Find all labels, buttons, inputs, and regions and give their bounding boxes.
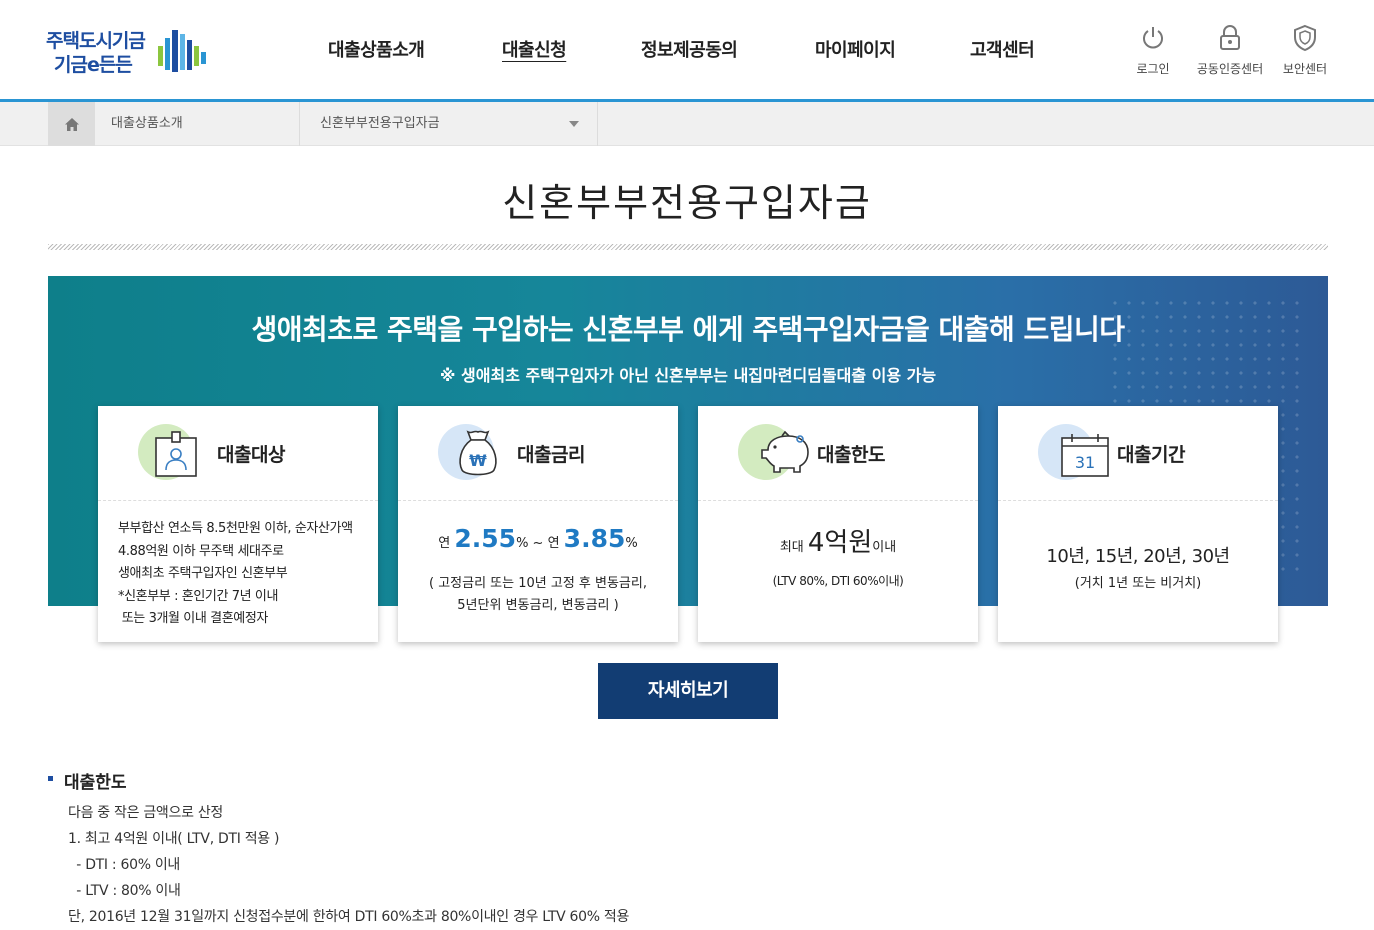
card-title: 대출대상 bbox=[217, 444, 285, 466]
rate-high: 3.85 bbox=[563, 524, 626, 553]
card-title: 대출한도 bbox=[817, 444, 885, 466]
card-body: 연 2.55% ~ 연 3.85% ( 고정금리 또는 10년 고정 후 변동금… bbox=[398, 502, 678, 642]
breadcrumb-loan-products[interactable]: 대출상품소개 bbox=[95, 102, 300, 146]
limit-prefix: 최대 bbox=[779, 540, 808, 555]
chevron-down-icon bbox=[569, 121, 579, 127]
card-loan-period: 31 대출기간 10년, 15년, 20년, 30년 (거치 1년 또는 비거치… bbox=[998, 406, 1278, 642]
card-header: ₩ 대출금리 bbox=[398, 406, 678, 501]
limit-note: (LTV 80%, DTI 60%이내) bbox=[772, 574, 904, 588]
calendar-icon: 31 bbox=[1061, 434, 1109, 477]
loan-target-line: 또는 3개월 이내 결혼예정자 bbox=[118, 611, 269, 626]
shield-icon bbox=[1294, 24, 1316, 52]
piggy-bank-icon bbox=[761, 430, 809, 473]
calendar-day: 31 bbox=[1075, 453, 1095, 472]
card-title: 대출금리 bbox=[517, 444, 585, 466]
login-label: 로그인 bbox=[1136, 62, 1170, 76]
breadcrumb: 대출상품소개 신혼부부전용구입자금 bbox=[0, 102, 1374, 146]
card-header: 31 대출기간 bbox=[998, 406, 1278, 501]
card-header: 대출한도 bbox=[698, 406, 978, 501]
detail-line: - LTV : 80% 이내 bbox=[68, 883, 181, 899]
site-header: 주택도시기금 기금e든든 대출상품소개 대출신청 정보제공동의 마이페이지 고객… bbox=[0, 0, 1374, 100]
card-loan-rate: ₩ 대출금리 연 2.55% ~ 연 3.85% ( 고정금리 또는 10년 고… bbox=[398, 406, 678, 642]
period-value: 10년, 15년, 20년, 30년 bbox=[1046, 546, 1230, 567]
nav-info-consent[interactable]: 정보제공동의 bbox=[641, 36, 738, 62]
id-card-person-icon bbox=[155, 431, 197, 477]
security-center-label: 보안센터 bbox=[1282, 62, 1328, 76]
rate-range: 연 2.55% ~ 연 3.85% bbox=[398, 524, 678, 553]
certificate-center-label: 공동인증센터 bbox=[1196, 62, 1264, 76]
nav-mypage[interactable]: 마이페이지 bbox=[815, 36, 896, 62]
lock-icon bbox=[1220, 25, 1240, 50]
logo-building-icon bbox=[158, 30, 206, 72]
detail-line: - DTI : 60% 이내 bbox=[68, 857, 181, 873]
limit-suffix: 이내 bbox=[872, 540, 897, 555]
card-title: 대출기간 bbox=[1117, 444, 1185, 466]
rate-prefix: 연 bbox=[438, 536, 455, 551]
loan-target-text: 부부합산 연소득 8.5천만원 이하, 순자산가액 4.88억원 이하 무주택 … bbox=[118, 518, 353, 631]
home-icon bbox=[64, 117, 79, 131]
card-loan-target: 대출대상 부부합산 연소득 8.5천만원 이하, 순자산가액 4.88억원 이하… bbox=[98, 406, 378, 642]
period-note: (거치 1년 또는 비거치) bbox=[1074, 576, 1202, 591]
view-details-button[interactable]: 자세히보기 bbox=[598, 663, 778, 719]
card-loan-limit: 대출한도 최대 4억원이내 (LTV 80%, DTI 60%이내) bbox=[698, 406, 978, 642]
loan-target-line: 4.88억원 이하 무주택 세대주로 bbox=[118, 543, 284, 559]
banner-note: ※ 생애최초 주택구입자가 아닌 신혼부부는 내집마련디딤돌대출 이용 가능 bbox=[439, 366, 937, 385]
money-bag-icon: ₩ bbox=[459, 430, 497, 476]
breadcrumb-product-label: 신혼부부전용구입자금 bbox=[320, 116, 440, 131]
nav-loan-apply[interactable]: 대출신청 bbox=[502, 36, 567, 62]
svg-text:₩: ₩ bbox=[469, 451, 487, 470]
nav-customer-center[interactable]: 고객센터 bbox=[970, 36, 1035, 62]
power-icon bbox=[1143, 27, 1163, 49]
card-header: 대출대상 bbox=[98, 406, 378, 501]
section-bullet bbox=[48, 776, 53, 781]
detail-line: 다음 중 작은 금액으로 산정 bbox=[68, 805, 223, 821]
logo-text-line2: 기금e든든 bbox=[54, 54, 133, 76]
rate-note-2: 5년단위 변동금리, 변동금리 ) bbox=[457, 598, 619, 613]
banner-title: 생애최초로 주택을 구입하는 신혼부부 에게 주택구입자금을 대출해 드립니다 bbox=[251, 313, 1125, 346]
section-title: 대출한도 bbox=[64, 773, 127, 793]
nav-loan-products[interactable]: 대출상품소개 bbox=[328, 36, 425, 62]
loan-target-line: *신혼부부 : 혼인기간 7년 이내 bbox=[118, 588, 279, 604]
title-divider bbox=[48, 244, 1328, 250]
login-button[interactable]: 로그인 bbox=[1128, 24, 1178, 77]
detail-line: 단, 2016년 12월 31일까지 신청접수분에 한하여 DTI 60%초과 … bbox=[68, 909, 630, 925]
rate-low: 2.55 bbox=[454, 524, 517, 553]
loan-target-line: 부부합산 연소득 8.5천만원 이하, 순자산가액 bbox=[118, 521, 353, 536]
card-body: 10년, 15년, 20년, 30년 (거치 1년 또는 비거치) bbox=[998, 502, 1278, 642]
detail-line: 1. 최고 4억원 이내( LTV, DTI 적용 ) bbox=[68, 831, 280, 847]
section-content: 다음 중 작은 금액으로 산정 1. 최고 4억원 이내( LTV, DTI 적… bbox=[68, 800, 629, 930]
site-logo[interactable]: 주택도시기금 기금e든든 bbox=[46, 26, 216, 76]
card-body: 부부합산 연소득 8.5천만원 이하, 순자산가액 4.88억원 이하 무주택 … bbox=[98, 502, 378, 642]
security-center-button[interactable]: 보안센터 bbox=[1280, 24, 1330, 77]
home-button[interactable] bbox=[48, 102, 95, 146]
certificate-center-button[interactable]: 공동인증센터 bbox=[1193, 24, 1267, 77]
rate-suffix: % bbox=[625, 536, 638, 551]
loan-target-line: 생애최초 주택구입자인 신혼부부 bbox=[118, 566, 288, 581]
card-body: 최대 4억원이내 (LTV 80%, DTI 60%이내) bbox=[698, 502, 978, 642]
rate-separator: % ~ 연 bbox=[516, 536, 564, 551]
breadcrumb-product-select[interactable]: 신혼부부전용구입자금 bbox=[300, 102, 598, 146]
rate-note-1: ( 고정금리 또는 10년 고정 후 변동금리, bbox=[429, 576, 647, 591]
logo-text-line1: 주택도시기금 bbox=[46, 30, 146, 52]
limit-value: 4억원 bbox=[807, 528, 873, 558]
limit-amount: 최대 4억원이내 bbox=[698, 522, 978, 559]
page-title: 신혼부부전용구입자금 bbox=[502, 181, 872, 225]
